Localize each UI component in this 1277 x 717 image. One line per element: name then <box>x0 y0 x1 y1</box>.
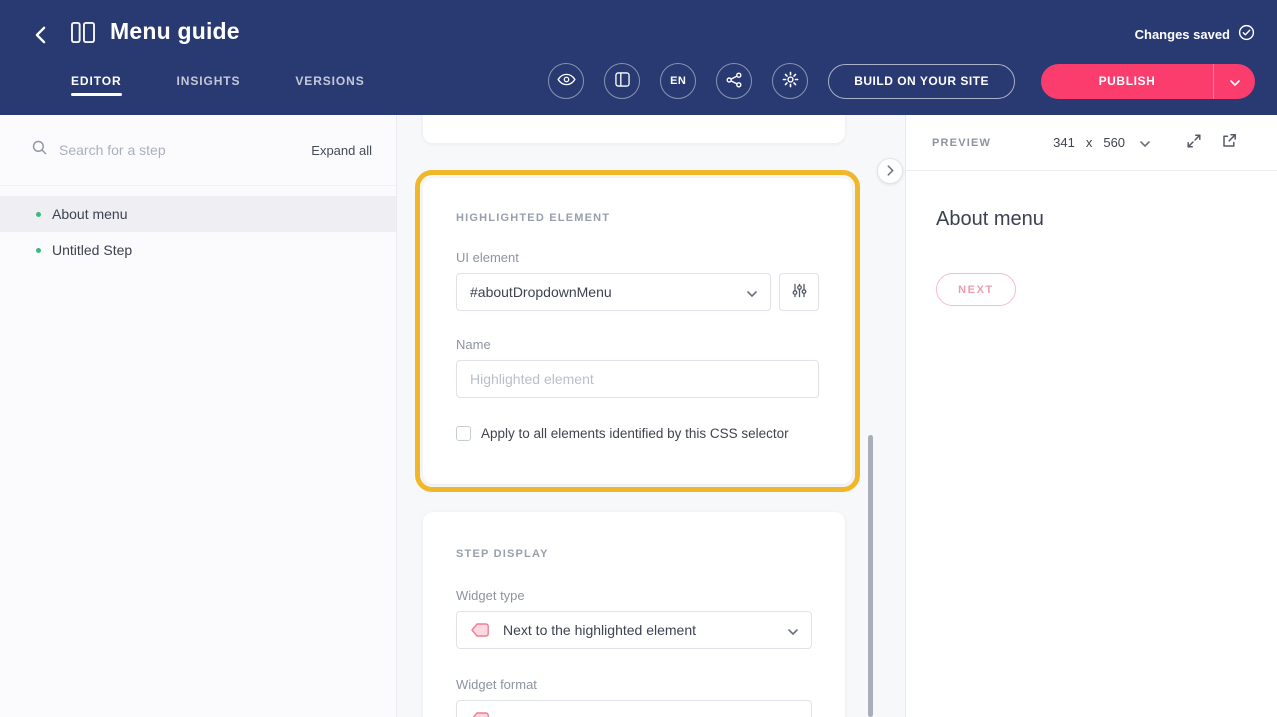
header-tabs: EDITOR INSIGHTS VERSIONS <box>71 74 365 100</box>
app-root: Menu guide Changes saved EDITOR INSIGHTS… <box>0 0 1277 717</box>
preview-size-select[interactable]: 341 x 560 <box>1053 135 1150 150</box>
step-display-card: STEP DISPLAY Widget type Next to the hig… <box>423 512 845 717</box>
preview-size-separator: x <box>1086 135 1093 150</box>
highlighted-element-outline: HIGHLIGHTED ELEMENT UI element #aboutDro… <box>415 170 860 492</box>
step-editor-panel: HIGHLIGHTED ELEMENT UI element #aboutDro… <box>397 115 905 717</box>
settings-button[interactable] <box>772 63 808 99</box>
app-logo-icon <box>70 21 96 49</box>
preview-height-value: 560 <box>1103 135 1125 150</box>
preview-header: PREVIEW 341 x 560 <box>906 115 1277 171</box>
ui-element-value: #aboutDropdownMenu <box>470 284 747 300</box>
sliders-icon <box>792 283 807 301</box>
apply-all-row: Apply to all elements identified by this… <box>456 426 819 441</box>
share-icon <box>726 72 742 91</box>
preview-panel: PREVIEW 341 x 560 About menu NEXT <box>905 115 1277 717</box>
changes-saved-label: Changes saved <box>1135 27 1230 42</box>
language-button[interactable]: EN <box>660 63 696 99</box>
step-item-label: About menu <box>52 206 128 222</box>
share-button[interactable] <box>716 63 752 99</box>
step-list: About menu Untitled Step <box>0 186 396 268</box>
gear-icon <box>782 71 799 91</box>
preview-eye-button[interactable] <box>548 63 584 99</box>
widget-type-value: Next to the highlighted element <box>503 622 788 638</box>
expand-icon <box>1186 133 1202 152</box>
page-title: Menu guide <box>110 18 240 45</box>
section-title: STEP DISPLAY <box>456 548 812 560</box>
eye-icon <box>557 73 576 89</box>
publish-dropdown-toggle[interactable] <box>1213 64 1255 99</box>
step-search-row: Expand all <box>0 115 396 186</box>
language-label: EN <box>670 75 686 87</box>
publish-split-button: PUBLISH <box>1041 64 1255 99</box>
ui-element-label: UI element <box>456 250 819 265</box>
chevron-down-icon <box>1230 74 1240 89</box>
editor-scrollbar[interactable] <box>868 435 873 717</box>
name-label: Name <box>456 337 819 352</box>
widget-format-select[interactable] <box>456 700 812 717</box>
ui-element-select[interactable]: #aboutDropdownMenu <box>456 273 771 311</box>
chevron-left-icon <box>35 26 46 47</box>
expand-all-link[interactable]: Expand all <box>311 143 372 158</box>
step-item-about-menu[interactable]: About menu <box>0 196 396 232</box>
collapse-preview-button[interactable] <box>877 158 903 184</box>
chevron-down-icon <box>1140 135 1150 150</box>
top-header: Menu guide Changes saved EDITOR INSIGHTS… <box>0 0 1277 115</box>
build-on-your-site-button[interactable]: BUILD ON YOUR SITE <box>828 64 1015 99</box>
publish-button[interactable]: PUBLISH <box>1041 64 1213 99</box>
preview-width-value: 341 <box>1053 135 1075 150</box>
preview-step-title: About menu <box>936 208 1247 231</box>
section-title: HIGHLIGHTED ELEMENT <box>456 212 819 224</box>
changes-saved-status: Changes saved <box>1135 24 1255 44</box>
back-button[interactable] <box>26 22 54 50</box>
step-item-untitled-step[interactable]: Untitled Step <box>0 232 396 268</box>
selector-settings-button[interactable] <box>779 273 819 311</box>
step-status-dot <box>36 248 41 253</box>
open-in-new-window-button[interactable] <box>1221 133 1237 152</box>
check-circle-icon <box>1238 24 1255 44</box>
layout-button[interactable] <box>604 63 640 99</box>
chevron-right-icon <box>887 164 894 179</box>
chevron-down-icon <box>747 284 757 300</box>
fullscreen-preview-button[interactable] <box>1186 133 1202 152</box>
preview-next-button[interactable]: NEXT <box>936 273 1016 306</box>
apply-all-label: Apply to all elements identified by this… <box>481 426 789 441</box>
step-item-label: Untitled Step <box>52 242 132 258</box>
step-search-input[interactable] <box>59 142 311 158</box>
previous-settings-card <box>423 115 845 143</box>
step-status-dot <box>36 212 41 217</box>
element-name-input[interactable] <box>456 360 819 398</box>
steps-sidebar: Expand all About menu Untitled Step <box>0 115 397 717</box>
tab-editor[interactable]: EDITOR <box>71 74 122 100</box>
tab-insights[interactable]: INSIGHTS <box>177 74 241 100</box>
chevron-down-icon <box>788 622 798 638</box>
widget-type-label: Widget type <box>456 588 812 603</box>
highlighted-element-card: HIGHLIGHTED ELEMENT UI element #aboutDro… <box>423 178 852 484</box>
widget-format-label: Widget format <box>456 677 812 692</box>
header-actions: EN BUILD ON YOUR SITE PUBLISH <box>548 63 1255 99</box>
apply-all-checkbox[interactable] <box>456 426 471 441</box>
preview-title: PREVIEW <box>932 137 991 149</box>
widget-type-select[interactable]: Next to the highlighted element <box>456 611 812 649</box>
tooltip-widget-icon <box>470 710 490 717</box>
tab-versions[interactable]: VERSIONS <box>295 74 364 100</box>
search-icon <box>32 140 47 160</box>
layout-icon <box>615 72 630 90</box>
tooltip-widget-icon <box>470 621 490 639</box>
external-link-icon <box>1221 133 1237 152</box>
ui-element-row: #aboutDropdownMenu <box>456 265 819 311</box>
preview-body: About menu NEXT <box>906 171 1277 306</box>
